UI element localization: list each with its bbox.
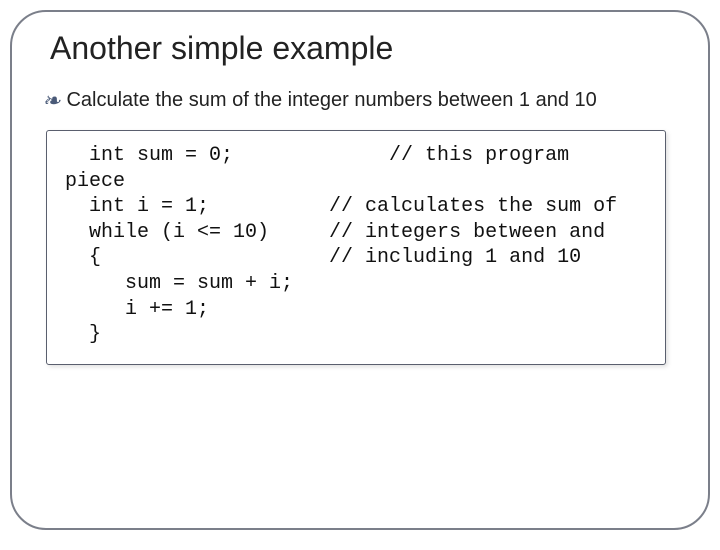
code-line: int i = 1; // calculates the sum of bbox=[65, 195, 617, 218]
slide-title: Another simple example bbox=[50, 30, 680, 67]
code-line: } bbox=[65, 323, 101, 346]
bullet-icon: ❧ bbox=[42, 90, 60, 112]
code-line: int sum = 0; // this program bbox=[65, 144, 569, 167]
bullet-text: Calculate the sum of the integer numbers… bbox=[66, 89, 596, 112]
code-box: int sum = 0; // this program piece int i… bbox=[46, 130, 666, 365]
code-line: { // including 1 and 10 bbox=[65, 246, 581, 269]
code-line: while (i <= 10) // integers between and bbox=[65, 221, 605, 244]
slide-frame: Another simple example ❧ Calculate the s… bbox=[10, 10, 710, 530]
code-block: int sum = 0; // this program piece int i… bbox=[65, 143, 647, 348]
code-line: i += 1; bbox=[65, 298, 209, 321]
code-line: piece bbox=[65, 170, 125, 193]
code-line: sum = sum + i; bbox=[65, 272, 293, 295]
bullet-item: ❧ Calculate the sum of the integer numbe… bbox=[42, 89, 680, 112]
